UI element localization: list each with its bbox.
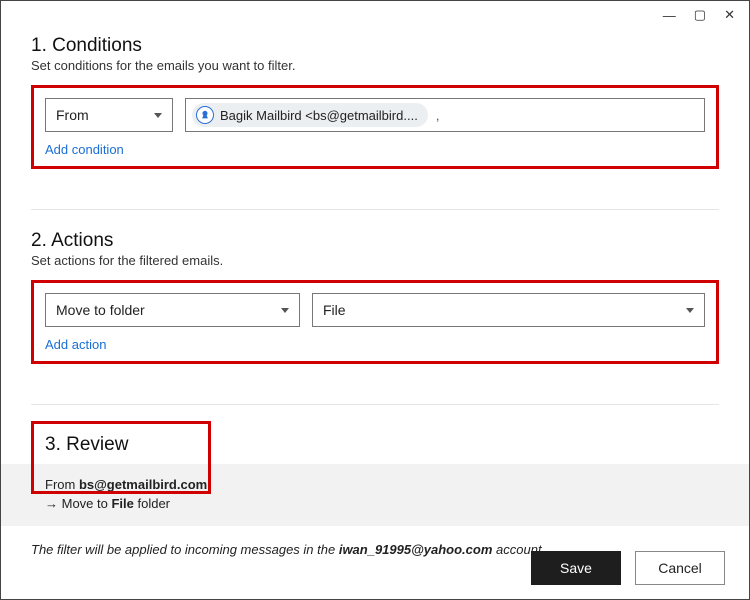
- section-divider: [31, 209, 719, 210]
- review-title: 3. Review: [45, 434, 197, 456]
- add-condition-link[interactable]: Add condition: [45, 142, 124, 157]
- chevron-down-icon: [281, 308, 289, 313]
- action-folder-label: File: [323, 302, 346, 318]
- contact-chip[interactable]: Bagik Mailbird <bs@getmailbird....: [192, 103, 428, 127]
- mailbird-avatar-icon: [196, 106, 214, 124]
- save-button[interactable]: Save: [531, 551, 621, 585]
- maximize-icon[interactable]: ▢: [694, 7, 706, 23]
- close-icon[interactable]: ✕: [724, 7, 735, 23]
- review-highlight-box: 3. Review: [31, 421, 211, 494]
- condition-field-label: From: [56, 107, 89, 123]
- actions-title: 2. Actions: [31, 230, 719, 252]
- chevron-down-icon: [154, 113, 162, 118]
- review-line2-pre: → Move to: [45, 496, 111, 511]
- actions-subtitle: Set actions for the filtered emails.: [31, 253, 719, 268]
- section-divider: [31, 404, 719, 405]
- action-type-dropdown[interactable]: Move to folder: [45, 293, 300, 327]
- footer-account: iwan_91995@yahoo.com: [339, 542, 493, 557]
- contact-chip-label: Bagik Mailbird <bs@getmailbird....: [220, 108, 418, 123]
- actions-highlight-box: Move to folder File Add action: [31, 280, 719, 364]
- condition-field-dropdown[interactable]: From: [45, 98, 173, 132]
- minimize-icon[interactable]: —: [663, 8, 676, 23]
- conditions-subtitle: Set conditions for the emails you want t…: [31, 58, 719, 73]
- condition-value-input[interactable]: Bagik Mailbird <bs@getmailbird.... ,: [185, 98, 705, 132]
- review-line2-post: folder: [134, 496, 170, 511]
- chip-separator: ,: [434, 108, 440, 123]
- action-type-label: Move to folder: [56, 302, 145, 318]
- window-titlebar: — ▢ ✕: [1, 1, 749, 29]
- cancel-button[interactable]: Cancel: [635, 551, 725, 585]
- add-action-link[interactable]: Add action: [45, 337, 106, 352]
- review-folder-value: File: [111, 496, 133, 511]
- conditions-highlight-box: From Bagik Mailbird <bs@getmailbird.... …: [31, 85, 719, 169]
- action-folder-dropdown[interactable]: File: [312, 293, 705, 327]
- chevron-down-icon: [686, 308, 694, 313]
- conditions-title: 1. Conditions: [31, 35, 719, 57]
